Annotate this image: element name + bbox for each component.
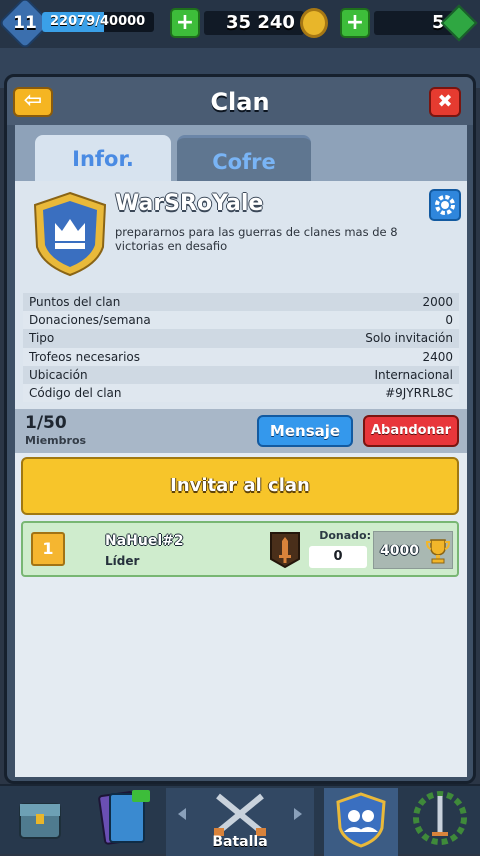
- stat-row-required-trophies: Trofeos necesarios 2400: [23, 347, 459, 366]
- stat-value: Solo invitación: [365, 331, 453, 346]
- stat-row-clan-code: Código del clan #9JYRRL8C: [23, 383, 459, 403]
- clan-info-panel: WarSRoYale prepararnos para las guerras …: [15, 181, 467, 409]
- stat-label: Ubicación: [29, 367, 88, 382]
- stat-label: Trofeos necesarios: [29, 349, 141, 364]
- nav-battle[interactable]: Batalla: [166, 788, 314, 856]
- bottom-nav: Batalla: [0, 784, 480, 856]
- stat-label: Puntos del clan: [29, 295, 121, 310]
- stat-row-location: Ubicación Internacional: [23, 365, 459, 384]
- stat-value: 0: [445, 313, 453, 328]
- level-number: 11: [13, 13, 37, 33]
- clan-settings-button[interactable]: [429, 189, 461, 221]
- stat-label: Donaciones/semana: [29, 313, 151, 328]
- clan-social-icon: [336, 792, 386, 848]
- members-bar: 1/50 Miembros Mensaje Abandonar: [15, 409, 467, 453]
- leave-clan-button[interactable]: Abandonar: [363, 415, 459, 447]
- crossed-swords-icon: [178, 793, 302, 836]
- trophy-icon: [426, 539, 450, 564]
- shop-chest-icon: [19, 803, 61, 839]
- gear-icon: [435, 195, 455, 215]
- close-button[interactable]: ✖: [429, 87, 461, 117]
- arrow-left-icon: ⇦: [23, 88, 43, 113]
- message-button[interactable]: Mensaje: [257, 415, 353, 447]
- stat-row-points: Puntos del clan 2000: [23, 293, 459, 312]
- close-icon: ✖: [437, 91, 453, 112]
- stat-row-donations: Donaciones/semana 0: [23, 311, 459, 330]
- dialog-title: Clan: [210, 88, 270, 116]
- donated-label: Donado:: [319, 529, 371, 542]
- top-hud: 11 22079/40000 + 35 240 + 5: [0, 0, 480, 50]
- stat-value: 2000: [422, 295, 453, 310]
- member-name: NaHuel#2: [105, 533, 184, 549]
- dialog-content: Infor. Cofre WarSRoYale prepararnos para…: [15, 125, 467, 777]
- clan-name: WarSRoYale: [115, 191, 264, 216]
- member-row[interactable]: 1 NaHuel#2 Líder Donado: 0 4000: [21, 521, 459, 577]
- stat-value: #9JYRRL8C: [385, 386, 453, 401]
- clan-dialog: Clan ⇦ ✖ Infor. Cofre WarSRoYale prepara…: [4, 74, 476, 784]
- stat-value: Internacional: [374, 367, 453, 382]
- trophy-counter: 4000: [373, 531, 453, 569]
- stat-label: Tipo: [29, 331, 55, 346]
- stat-row-type: Tipo Solo invitación: [23, 329, 459, 348]
- donated-value: 0: [309, 546, 367, 568]
- nav-shop[interactable]: [10, 788, 70, 856]
- nav-social[interactable]: [324, 788, 398, 856]
- back-button[interactable]: ⇦: [13, 87, 53, 117]
- xp-text: 22079/40000: [50, 14, 146, 29]
- cards-icon: [98, 790, 150, 845]
- nav-battle-label: Batalla: [212, 834, 268, 850]
- trophy-value: 4000: [380, 543, 419, 559]
- gold-coin-icon: [300, 8, 328, 38]
- buy-gold-button[interactable]: +: [170, 8, 200, 38]
- dialog-header: Clan ⇦ ✖: [7, 77, 473, 125]
- arena-sword-icon: [270, 532, 300, 569]
- laurel-sword-icon: [413, 791, 467, 845]
- nav-tournaments[interactable]: [406, 788, 474, 856]
- tab-info[interactable]: Infor.: [35, 135, 171, 181]
- clan-badge-icon: [33, 191, 107, 277]
- tab-chest[interactable]: Cofre: [177, 135, 311, 181]
- clan-stats-table: Puntos del clan 2000 Donaciones/semana 0…: [23, 293, 459, 403]
- nav-cards[interactable]: [88, 788, 160, 856]
- invite-to-clan-button[interactable]: Invitar al clan: [21, 457, 459, 515]
- clan-description: prepararnos para las guerras de clanes m…: [115, 225, 398, 253]
- gold-amount: 35 240: [226, 12, 295, 33]
- tab-bar: Infor. Cofre: [15, 125, 467, 181]
- buy-gems-button[interactable]: +: [340, 8, 370, 38]
- members-label: Miembros: [25, 434, 87, 447]
- stat-value: 2400: [422, 349, 453, 364]
- members-count: 1/50: [25, 413, 67, 433]
- member-rank: 1: [31, 532, 65, 566]
- member-role: Líder: [105, 554, 140, 568]
- stat-label: Código del clan: [29, 386, 122, 401]
